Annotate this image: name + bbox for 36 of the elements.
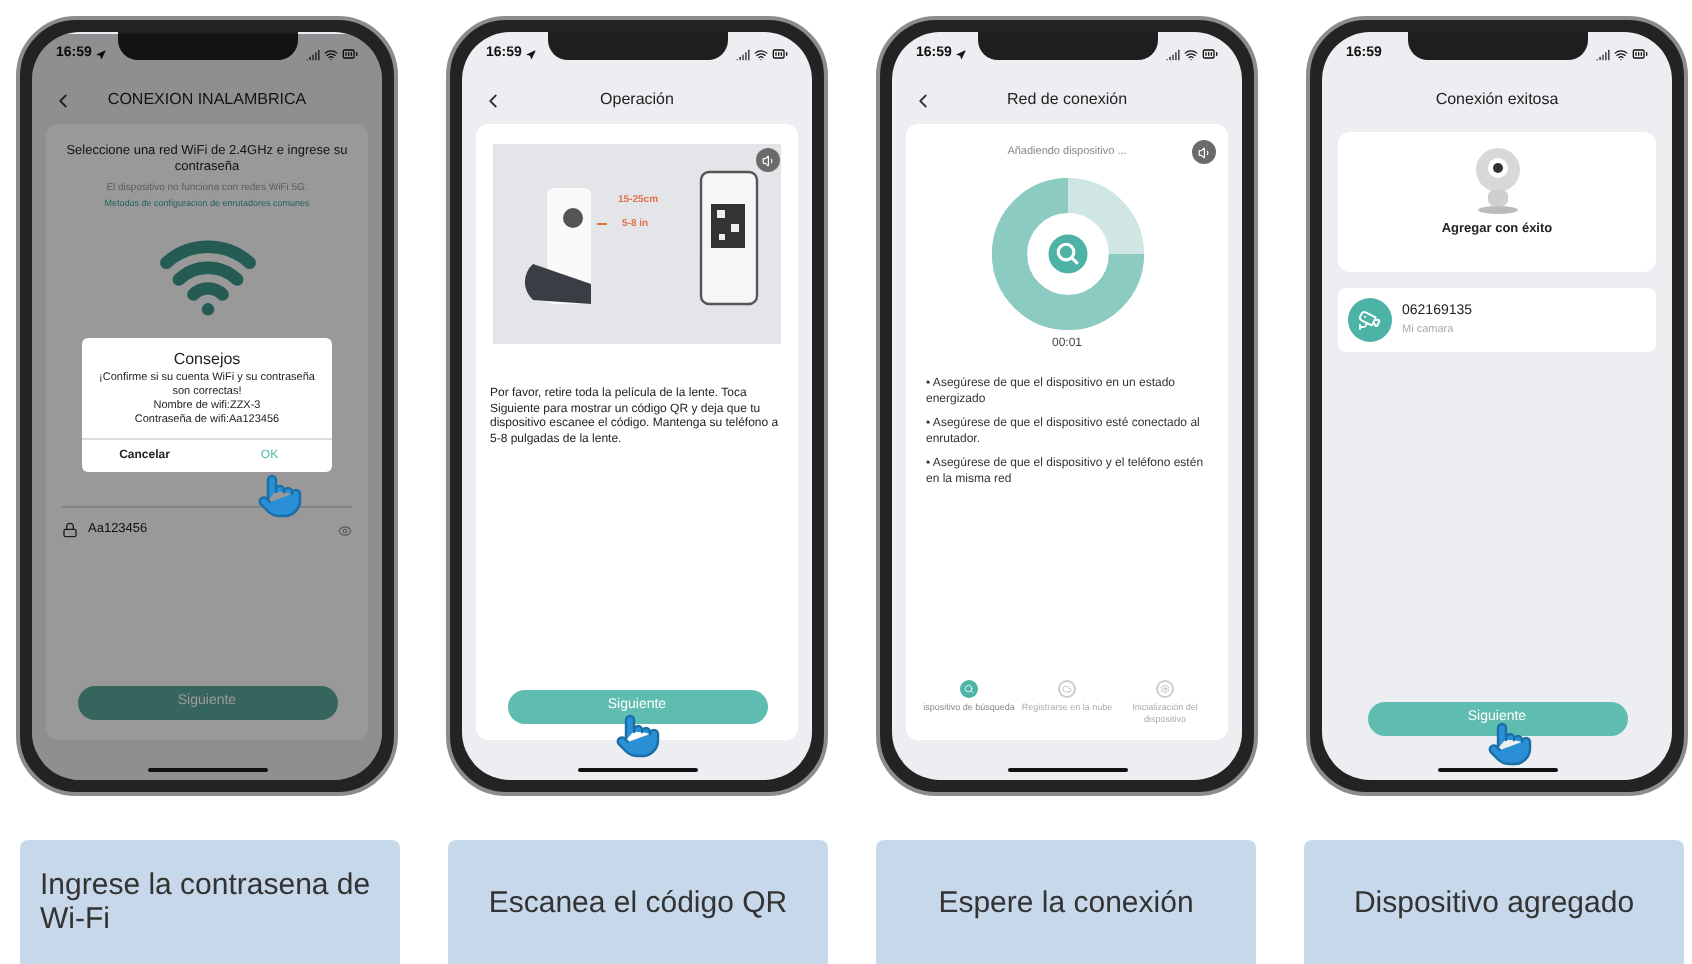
step-caption: Escanea el código QR [448,840,828,964]
battery-icon [1632,46,1648,62]
hand-pointer-icon [614,712,662,760]
sound-button[interactable] [1192,140,1216,164]
wifi-status-icon [324,47,338,61]
wifi-status-icon [1184,47,1198,61]
wifi-status-icon [1614,47,1628,61]
home-indicator [577,768,697,772]
battery-icon [342,46,358,62]
screen-title: Conexión exitosa [1435,88,1559,112]
home-indicator [1437,768,1557,772]
battery-icon [1202,46,1218,62]
location-icon [525,49,536,59]
signal-icon [1166,47,1180,61]
signal-icon [1596,47,1610,61]
screen-title: Red de conexión [1006,88,1128,112]
wifi-status-icon [754,47,768,61]
location-icon [955,49,966,59]
home-indicator [147,768,267,772]
hand-pointer-icon [1486,720,1534,768]
hand-pointer-icon [256,472,304,520]
lock-icon [62,522,78,539]
step-caption: Ingrese la contrasena de Wi-Fi [20,840,400,964]
step-caption: Espere la conexión [876,840,1256,964]
signal-icon [306,47,320,61]
location-icon [95,49,106,59]
camera-avatar-icon [1348,298,1392,342]
battery-icon [772,46,788,62]
dialog-title: Consejos [171,348,243,372]
speaker-icon [761,153,775,167]
signal-icon [736,47,750,61]
screen-title: CONEXION INALAMBRICA [107,88,307,112]
screen-title: Operación [600,88,674,112]
step-caption: Dispositivo agregado [1304,840,1684,964]
speaker-icon [1197,145,1211,159]
home-indicator [1007,768,1127,772]
